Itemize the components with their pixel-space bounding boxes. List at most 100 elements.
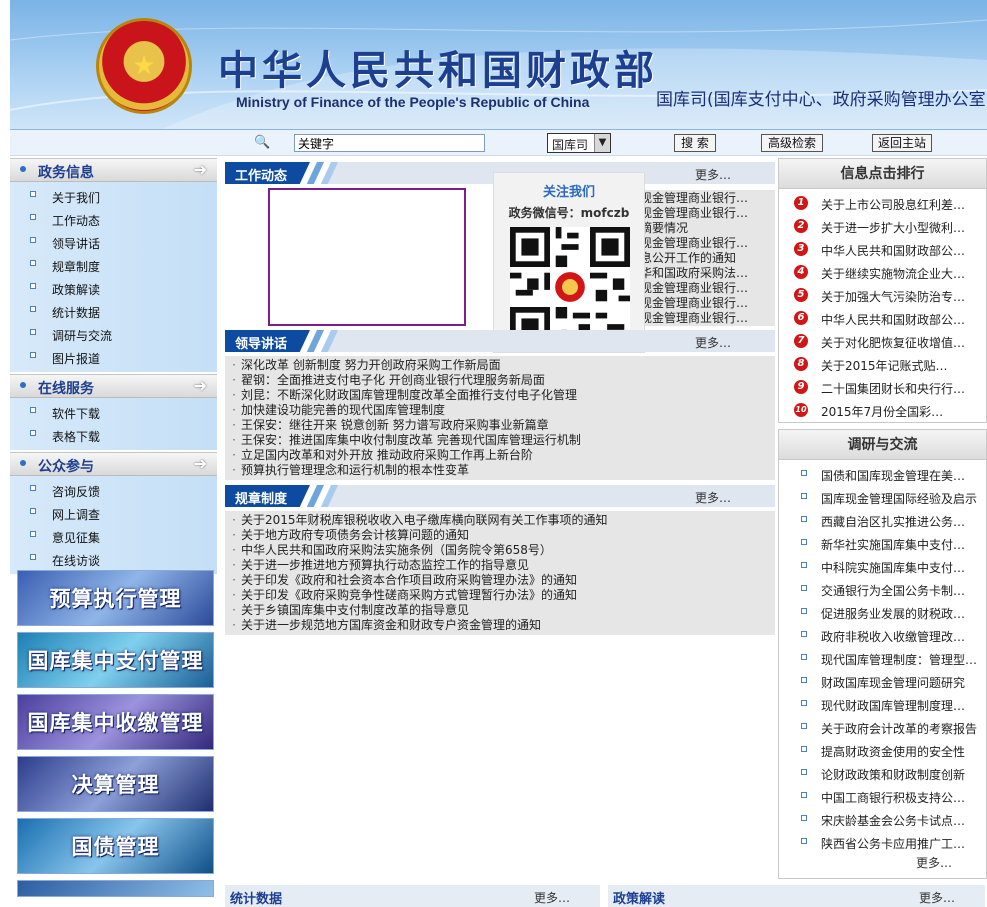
sidebar-section-gov-info[interactable]: 政务信息 ➜	[10, 158, 217, 182]
research-item[interactable]: 现代财政国库管理制度理…	[779, 693, 986, 716]
list-item[interactable]: 现金管理商业银行…	[640, 281, 775, 296]
bullet-icon: ·	[232, 388, 236, 402]
sidebar-item[interactable]: 政策解读	[10, 278, 217, 301]
square-bullet-icon	[801, 723, 807, 729]
list-item[interactable]: · 关于进一步规范地方国库资金和财政专户资金管理的通知	[227, 618, 775, 633]
list-item[interactable]: · 中华人民共和国政府采购法实施条例（国务院令第658号）	[227, 543, 775, 558]
news-photo-frame[interactable]	[268, 188, 466, 326]
list-item[interactable]: · 关于进一步推进地方预算执行动态监控工作的指导意见	[227, 558, 775, 573]
item-text: 中科院实施国库集中支付…	[821, 561, 966, 575]
list-item[interactable]: · 关于地方政府专项债务会计核算问题的通知	[227, 528, 775, 543]
list-item[interactable]: · 关于乡镇国库集中支付制度改革的指导意见	[227, 603, 775, 618]
work-news-list: 现金管理商业银行… 现金管理商业银行… 摘要情况 现金管理商业银行… 息公开工作…	[640, 190, 775, 326]
research-item[interactable]: 陕西省公务卡应用推广工…	[779, 831, 986, 854]
list-item[interactable]: 现金管理商业银行…	[640, 311, 775, 326]
list-item[interactable]: 华和国政府采购法…	[640, 266, 775, 281]
research-item[interactable]: 促进服务业发展的财税政…	[779, 601, 986, 624]
list-item[interactable]: · 王保安：推进国库集中收付制度改革 完善现代国库管理运行机制	[227, 433, 775, 448]
policy-more-link[interactable]: 更多…	[919, 889, 955, 906]
research-item[interactable]: 财政国库现金管理问题研究	[779, 670, 986, 693]
list-item[interactable]: · 关于2015年财税库银税收收入电子缴库横向联网有关工作事项的通知	[227, 513, 775, 528]
advanced-search-button[interactable]: 高级检索	[761, 134, 823, 152]
ranking-item[interactable]: 5 关于加强大气污染防治专…	[779, 284, 986, 307]
list-item[interactable]: 现金管理商业银行…	[640, 296, 775, 311]
research-item[interactable]: 国库现金管理国际经验及启示	[779, 486, 986, 509]
list-item[interactable]: 现金管理商业银行…	[640, 206, 775, 221]
research-more-link[interactable]: 更多…	[779, 854, 986, 870]
research-item[interactable]: 西藏自治区扎实推进公务…	[779, 509, 986, 532]
list-item[interactable]: 现金管理商业银行…	[640, 191, 775, 206]
sidebar-item[interactable]: 网上调查	[10, 503, 217, 526]
promo-label: 国库集中收缴管理	[27, 711, 204, 735]
sidebar-item[interactable]: 咨询反馈	[10, 480, 217, 503]
item-text: 中国工商银行积极支持公…	[821, 791, 966, 805]
list-item[interactable]: 息公开工作的通知	[640, 251, 775, 266]
list-item[interactable]: · 关于印发《政府采购竞争性磋商采购方式管理暂行办法》的通知	[227, 588, 775, 603]
scope-select[interactable]: 国库司 ▼	[547, 133, 611, 153]
list-item-text: 关于2015年财税库银税收收入电子缴库横向联网有关工作事项的通知	[241, 513, 608, 527]
list-item[interactable]: · 预算执行管理理念和运行机制的根本性变革	[227, 463, 775, 478]
sidebar-item[interactable]: 规章制度	[10, 255, 217, 278]
sidebar-item[interactable]: 意见征集	[10, 526, 217, 549]
research-item[interactable]: 国债和国库现金管理在美…	[779, 463, 986, 486]
ranking-title: 信息点击排行	[779, 159, 986, 189]
work-news-more-link[interactable]: 更多…	[695, 166, 731, 183]
list-item[interactable]: · 翟钢：全面推进支付电子化 开创商业银行代理服务新局面	[227, 373, 775, 388]
speeches-more-link[interactable]: 更多…	[695, 334, 731, 351]
research-item[interactable]: 提高财政资金使用的安全性	[779, 739, 986, 762]
ranking-item[interactable]: 3 中华人民共和国财政部公…	[779, 238, 986, 261]
research-item[interactable]: 交通银行为全国公务卡制…	[779, 578, 986, 601]
sidebar-item[interactable]: 领导讲话	[10, 232, 217, 255]
ranking-item[interactable]: 4 关于继续实施物流企业大…	[779, 261, 986, 284]
list-item[interactable]: 摘要情况	[640, 221, 775, 236]
promo-more[interactable]	[17, 880, 214, 897]
sidebar-item[interactable]: 工作动态	[10, 209, 217, 232]
ranking-item[interactable]: 1 关于上市公司股息红利差…	[779, 192, 986, 215]
list-item[interactable]: · 刘昆：不断深化财政国库管理制度改革全面推行支付电子化管理	[227, 388, 775, 403]
promo-budget-execution[interactable]: 预算执行管理	[17, 570, 214, 626]
research-item[interactable]: 中科院实施国库集中支付…	[779, 555, 986, 578]
search-button[interactable]: 搜 索	[674, 134, 716, 152]
sidebar-section-online-service[interactable]: 在线服务 ➜	[10, 374, 217, 398]
ranking-item[interactable]: 8 关于2015年记账式贴…	[779, 353, 986, 376]
square-bullet-icon	[30, 485, 36, 491]
promo-final-accounts[interactable]: 决算管理	[17, 756, 214, 812]
list-item[interactable]: · 王保安：继往开来 锐意创新 努力谱写政府采购事业新篇章	[227, 418, 775, 433]
research-item[interactable]: 关于政府会计改革的考察报告	[779, 716, 986, 739]
research-item[interactable]: 政府非税收入收缴管理改…	[779, 624, 986, 647]
research-item[interactable]: 现代国库管理制度：管理型…	[779, 647, 986, 670]
sidebar-item[interactable]: 关于我们	[10, 186, 217, 209]
list-item[interactable]: · 立足国内改革和对外开放 推动政府采购工作再上新台阶	[227, 448, 775, 463]
sidebar-section-public[interactable]: 公众参与 ➜	[10, 452, 217, 476]
promo-centralized-collection[interactable]: 国库集中收缴管理	[17, 694, 214, 750]
promo-treasury-bonds[interactable]: 国债管理	[17, 818, 214, 874]
ranking-item[interactable]: 7 关于对化肥恢复征收增值…	[779, 330, 986, 353]
promo-centralized-payment[interactable]: 国库集中支付管理	[17, 632, 214, 688]
sidebar-item[interactable]: 图片报道	[10, 347, 217, 370]
ranking-item[interactable]: 6 中华人民共和国财政部公…	[779, 307, 986, 330]
sidebar-item[interactable]: 在线访谈	[10, 549, 217, 572]
stats-more-link[interactable]: 更多…	[534, 889, 570, 906]
research-item[interactable]: 论财政政策和财政制度创新	[779, 762, 986, 785]
arrow-right-icon: ➜	[193, 376, 207, 395]
list-item[interactable]: · 加快建设功能完善的现代国库管理制度	[227, 403, 775, 418]
square-bullet-icon	[801, 746, 807, 752]
sidebar-item[interactable]: 表格下载	[10, 425, 217, 448]
home-button[interactable]: 返回主站	[872, 134, 932, 152]
list-item[interactable]: · 深化改革 创新制度 努力开创政府采购工作新局面	[227, 358, 775, 373]
research-item[interactable]: 新华社实施国库集中支付…	[779, 532, 986, 555]
ranking-item[interactable]: 9 二十国集团财长和央行行…	[779, 376, 986, 399]
rules-more-link[interactable]: 更多…	[695, 489, 731, 506]
ranking-item[interactable]: 10 2015年7月份全国彩…	[779, 399, 986, 422]
search-input[interactable]	[294, 134, 485, 152]
list-item[interactable]: · 关于印发《政府和社会资本合作项目政府采购管理办法》的通知	[227, 573, 775, 588]
research-item[interactable]: 宋庆龄基金会公务卡试点…	[779, 808, 986, 831]
ranking-item[interactable]: 2 关于进一步扩大小型微利…	[779, 215, 986, 238]
research-item[interactable]: 中国工商银行积极支持公…	[779, 785, 986, 808]
sidebar-item-label: 表格下载	[52, 430, 101, 444]
arrow-right-icon: ➜	[193, 454, 207, 473]
sidebar-item[interactable]: 软件下载	[10, 402, 217, 425]
list-item[interactable]: 现金管理商业银行…	[640, 236, 775, 251]
sidebar-item[interactable]: 统计数据	[10, 301, 217, 324]
sidebar-item[interactable]: 调研与交流	[10, 324, 217, 347]
